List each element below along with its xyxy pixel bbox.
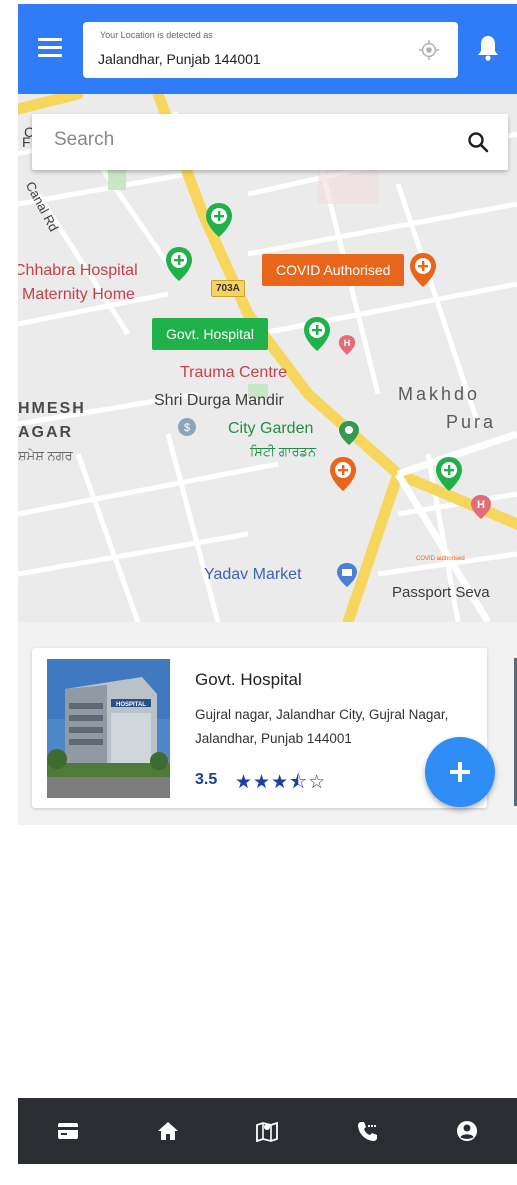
menu-icon[interactable] (38, 38, 62, 58)
hospital-marker-green-icon[interactable] (204, 202, 234, 238)
notification-bell-icon[interactable] (476, 34, 500, 62)
hospital-sign-text: HOSPITAL (116, 702, 146, 708)
search-icon[interactable] (466, 130, 490, 154)
gps-target-icon[interactable] (418, 39, 440, 61)
app-screen: Your Location is detected as Jalandhar, … (0, 0, 517, 1185)
place-generic-icon: $ (178, 418, 196, 436)
map-label-city-garden: City Garden (228, 420, 314, 437)
park-pin-icon (339, 421, 359, 445)
map-label-brahmesh-punjabi: ਸ਼ਮੇਸ਼ ਨਗਰ (18, 448, 73, 463)
rating-stars-icon: ★★★⯪☆ (235, 772, 327, 793)
map-label-makhdoom-1: Makhdo (398, 384, 481, 404)
map-label-chhabra-1: Chhabra Hospital (18, 262, 138, 279)
nav-map-button[interactable] (247, 1111, 287, 1151)
phone-icon (358, 1122, 378, 1141)
nav-account-button[interactable] (447, 1111, 487, 1151)
add-button[interactable] (425, 737, 495, 807)
map-label-makhdoom-2: Pura (446, 412, 497, 432)
map-label-brahmesh-1: HMESH (18, 400, 86, 417)
location-caption: Your Location is detected as (100, 30, 213, 40)
map-label-yadav-market: Yadav Market (204, 566, 302, 583)
map-mini-legend: COVID authorised (416, 556, 465, 562)
map-label-trauma: Trauma Centre (180, 364, 287, 381)
bottom-navigation (18, 1098, 517, 1164)
hospital-card-carousel[interactable]: HOSPITAL Govt. Hospital Gujral nagar, Ja… (18, 622, 517, 825)
hospital-marker-green-icon[interactable] (434, 456, 464, 492)
card-icon (57, 1123, 78, 1139)
map-streets (18, 94, 517, 622)
nav-home-button[interactable] (148, 1111, 188, 1151)
nav-call-button[interactable] (347, 1111, 387, 1151)
hospital-marker-green-icon[interactable] (302, 316, 332, 352)
nav-card-button[interactable] (48, 1111, 88, 1151)
hospital-address: Gujral nagar, Jalandhar City, Gujral Nag… (195, 707, 449, 746)
top-app-bar: Your Location is detected as Jalandhar, … (18, 4, 517, 94)
hospital-small-pin-icon: H (338, 335, 356, 355)
home-icon (157, 1122, 178, 1140)
search-bar[interactable] (32, 114, 508, 170)
svg-text:$: $ (184, 422, 190, 434)
hospital-marker-orange-icon[interactable] (328, 456, 358, 492)
map-label-shri-durga: Shri Durga Mandir (154, 392, 284, 409)
hospital-name: Govt. Hospital (195, 670, 302, 689)
shopping-pin-icon (337, 563, 357, 587)
road-number-badge: 703A (211, 280, 245, 297)
search-input[interactable] (54, 129, 434, 151)
govt-hospital-tag[interactable]: Govt. Hospital (152, 318, 268, 350)
hospital-photo: HOSPITAL (47, 659, 170, 798)
hospital-small-pin-icon: H (471, 495, 491, 519)
rating-value: 3.5 (195, 771, 218, 788)
map-label-city-garden-punjabi: ਸਿਟੀ ਗਾਰਡਨ (250, 444, 317, 459)
svg-text:H: H (344, 338, 351, 348)
map-label-chhabra-2: Maternity Home (22, 286, 135, 303)
hospital-marker-green-icon[interactable] (164, 246, 194, 282)
map-icon (256, 1121, 279, 1142)
hospital-marker-orange-icon[interactable] (408, 252, 438, 288)
svg-text:H: H (477, 499, 485, 511)
account-icon (457, 1121, 478, 1141)
covid-authorised-tag[interactable]: COVID Authorised (262, 254, 405, 286)
map-label-passport: Passport Seva (392, 584, 490, 601)
location-box[interactable]: Your Location is detected as Jalandhar, … (83, 22, 458, 78)
map-label-brahmesh-2: AGAR (18, 424, 74, 441)
map-view[interactable]: C F Canal Rd Chhabra Hospital Maternity … (18, 94, 517, 622)
location-value: Jalandhar, Punjab 144001 (98, 51, 261, 67)
hospital-card[interactable]: HOSPITAL Govt. Hospital Gujral nagar, Ja… (32, 648, 487, 808)
